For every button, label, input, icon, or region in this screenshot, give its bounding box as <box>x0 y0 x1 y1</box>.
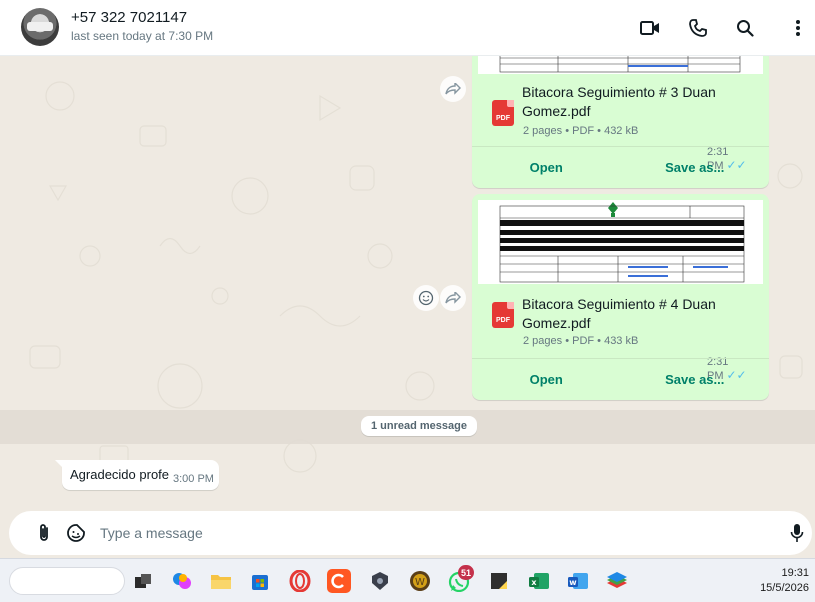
incoming-message[interactable]: Agradecido profe 3:00 PM <box>55 460 219 490</box>
document-message[interactable]: PDF Bitacora Seguimiento # 3 Duan Gomez.… <box>472 56 769 188</box>
contact-name[interactable]: +57 322 7021147 <box>71 9 187 26</box>
game-launcher-icon[interactable]: W <box>408 569 432 593</box>
svg-text:W: W <box>415 577 425 588</box>
document-preview[interactable] <box>478 200 763 284</box>
forward-icon[interactable] <box>440 285 466 311</box>
sticker-icon[interactable] <box>64 521 88 545</box>
svg-text:x: x <box>531 578 537 587</box>
video-call-icon[interactable] <box>638 16 662 40</box>
voice-call-icon[interactable] <box>686 16 710 40</box>
save-as-button[interactable]: Save as... <box>621 359 770 400</box>
message-composer <box>0 509 815 558</box>
open-document-button[interactable]: Open <box>472 359 621 400</box>
svg-text:w: w <box>569 578 577 587</box>
file-explorer-icon[interactable] <box>209 569 233 593</box>
contact-last-seen: last seen today at 7:30 PM <box>71 29 214 43</box>
open-document-button[interactable]: Open <box>472 147 621 188</box>
forward-icon[interactable] <box>440 76 466 102</box>
task-view-icon[interactable] <box>131 569 155 593</box>
document-meta: 2 pages • PDF • 432 kB <box>523 125 639 137</box>
document-message[interactable]: PDF Bitacora Seguimiento # 4 Duan Gomez.… <box>472 194 769 400</box>
document-filename[interactable]: Bitacora Seguimiento # 4 Duan Gomez.pdf <box>522 295 732 333</box>
message-input[interactable] <box>100 521 740 545</box>
microphone-icon[interactable] <box>785 521 809 545</box>
layers-app-icon[interactable] <box>605 569 629 593</box>
windows-taskbar: W 51 x w 19:31 15/5/2026 <box>0 558 815 602</box>
attach-icon[interactable] <box>32 521 56 545</box>
chat-header: +57 322 7021147 last seen today at 7:30 … <box>0 0 815 56</box>
chat-area[interactable]: PDF Bitacora Seguimiento # 3 Duan Gomez.… <box>0 56 815 509</box>
copilot-icon[interactable] <box>170 569 194 593</box>
document-filename[interactable]: Bitacora Seguimiento # 3 Duan Gomez.pdf <box>522 83 732 121</box>
taskbar-clock[interactable]: 19:31 15/5/2026 <box>760 566 809 596</box>
app-c-icon[interactable] <box>327 569 351 593</box>
document-actions: Open Save as... <box>472 358 769 400</box>
sticky-notes-icon[interactable] <box>487 569 511 593</box>
document-actions: Open Save as... <box>472 146 769 188</box>
composer-bar <box>9 511 812 555</box>
shield-app-icon[interactable] <box>368 569 392 593</box>
message-text: Agradecido profe <box>70 467 170 482</box>
clock-time: 19:31 <box>781 567 809 579</box>
excel-icon[interactable]: x <box>527 569 551 593</box>
document-meta: 2 pages • PDF • 433 kB <box>523 335 639 347</box>
clock-date: 15/5/2026 <box>760 582 809 594</box>
word-icon[interactable]: w <box>566 569 590 593</box>
emoji-reaction-icon[interactable] <box>413 285 439 311</box>
unread-messages-label: 1 unread message <box>361 416 477 436</box>
taskbar-search-box[interactable] <box>9 567 125 595</box>
document-preview[interactable] <box>478 56 763 74</box>
more-options-icon[interactable] <box>786 16 810 40</box>
save-as-button[interactable]: Save as... <box>621 147 770 188</box>
whatsapp-unread-badge: 51 <box>458 565 475 580</box>
opera-icon[interactable] <box>288 569 312 593</box>
search-icon[interactable] <box>733 16 757 40</box>
microsoft-store-icon[interactable] <box>248 569 272 593</box>
contact-avatar[interactable] <box>21 8 59 46</box>
message-time: 3:00 PM <box>173 473 214 485</box>
pdf-file-icon: PDF <box>492 302 514 328</box>
pdf-file-icon: PDF <box>492 100 514 126</box>
